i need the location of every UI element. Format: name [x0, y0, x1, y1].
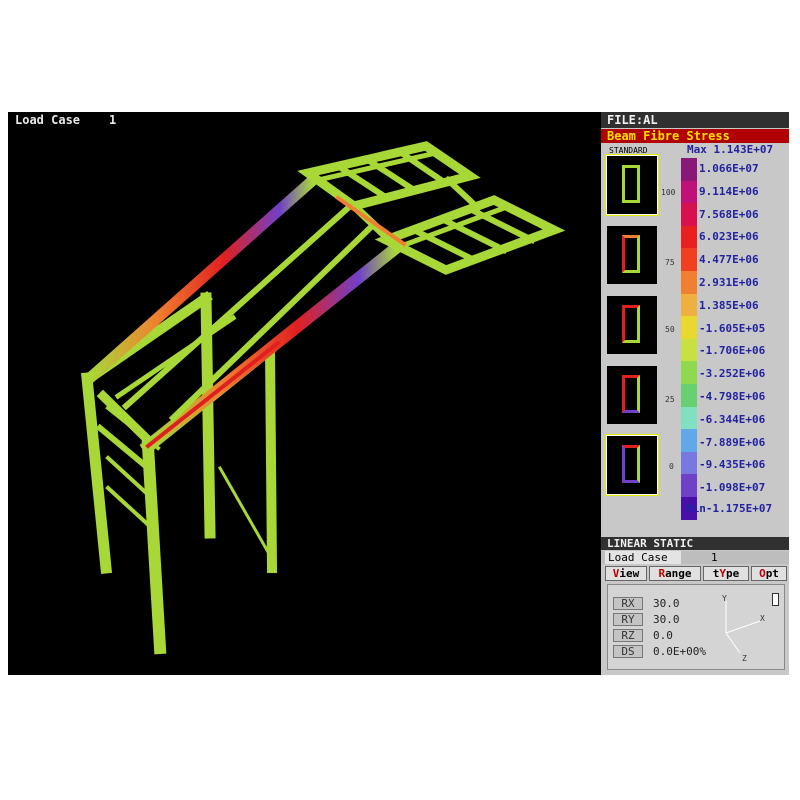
legend-color-segment	[681, 361, 697, 384]
axis-y-label: Y	[722, 595, 727, 603]
solution-type: LINEAR STATIC	[601, 537, 789, 550]
result-title: Beam Fibre Stress	[601, 129, 789, 143]
legend-color-segment	[681, 429, 697, 452]
legend-color-segment	[681, 248, 697, 271]
axis-triad-icon: Y X Z	[722, 595, 765, 663]
legend-value: -9.435E+06	[699, 458, 766, 472]
fea-postprocessor-window: Load Case 1 FILE:AL Beam Fibre Stress ST…	[8, 112, 789, 675]
section-thumbnail-0[interactable]	[606, 435, 658, 495]
percent-label: 100	[661, 188, 676, 197]
load-case-selector[interactable]: Load Case 1	[601, 551, 789, 564]
percent-label: 50	[665, 325, 675, 334]
legend-value: 7.568E+06	[699, 207, 759, 221]
legend-color-segment	[681, 406, 697, 430]
view-rotation-panel: RX 30.0 RY 30.0 RZ 0.0 DS 0.0E+00% Y X Z	[607, 584, 785, 670]
title-load-case-number: 1	[109, 113, 117, 127]
legend-color-segment	[681, 451, 697, 475]
section-thumbnail-50[interactable]	[607, 296, 657, 354]
section-thumbnail-75[interactable]	[607, 226, 657, 284]
model-viewport[interactable]	[8, 128, 600, 675]
legend-color-segment	[681, 158, 697, 181]
type-menu-button[interactable]: tYpe	[703, 566, 749, 581]
legend-color-segment	[681, 474, 697, 497]
options-menu-button[interactable]: Opt	[751, 566, 787, 581]
rx-label: RX	[613, 597, 643, 610]
ry-label: RY	[613, 613, 643, 626]
legend-max: Max 1.143E+07	[687, 143, 774, 156]
rx-value[interactable]: 30.0	[653, 597, 680, 611]
legend-value: -1.605E+05	[699, 321, 766, 335]
legend-color-segment	[681, 316, 697, 339]
ds-label: DS	[613, 645, 643, 658]
percent-label: 25	[665, 395, 675, 404]
section-thumbnail-25[interactable]	[607, 366, 657, 424]
ry-value[interactable]: 30.0	[653, 613, 680, 627]
axis-x-label: X	[760, 614, 765, 623]
rz-label: RZ	[613, 629, 643, 642]
load-case-number: 1	[711, 551, 718, 564]
range-menu-button[interactable]: Range	[649, 566, 701, 581]
percent-label: 75	[665, 258, 675, 267]
legend-value: -3.252E+06	[699, 367, 766, 381]
title-load-case-label: Load Case	[15, 113, 81, 127]
section-mode-label: STANDARD	[609, 146, 648, 155]
legend-value: 2.931E+06	[699, 276, 759, 289]
legend-value: -6.344E+06	[699, 412, 766, 426]
load-case-label: Load Case	[605, 551, 681, 564]
percent-label: 0	[669, 462, 674, 471]
legend-value: -1.098E+07	[699, 481, 766, 495]
legend-color-segment	[681, 203, 697, 226]
legend-color-segment	[681, 225, 697, 249]
results-panel: FILE:AL Beam Fibre Stress STANDARD 100 7…	[601, 112, 789, 675]
legend-value: 6.023E+06	[699, 230, 759, 244]
legend-value: 4.477E+06	[699, 253, 759, 267]
legend-color-bar	[681, 158, 697, 520]
rz-value[interactable]: 0.0	[653, 629, 673, 643]
legend-value: -7.889E+06	[699, 435, 766, 449]
view-menu-button[interactable]: View	[605, 566, 647, 581]
file-label: FILE:AL	[601, 112, 789, 128]
legend-color-segment	[681, 270, 697, 294]
legend-value: 1.385E+06	[699, 298, 759, 312]
ds-value[interactable]: 0.0E+00%	[653, 645, 706, 659]
legend-value: -1.706E+06	[699, 344, 766, 358]
section-thumbnail-100[interactable]	[606, 155, 658, 215]
title-bar: Load Case 1	[8, 112, 600, 129]
legend-color-segment	[681, 293, 697, 317]
legend-value: 9.114E+06	[699, 184, 759, 198]
legend-value: 1.066E+07	[699, 162, 759, 175]
legend-value: -4.798E+06	[699, 390, 766, 403]
frame-structure-model	[80, 141, 566, 655]
legend-min: Min-1.175E+07	[686, 502, 773, 515]
legend-color-segment	[681, 338, 697, 362]
legend-color-segment	[681, 383, 697, 407]
pin-button[interactable]	[772, 593, 779, 606]
legend-color-segment	[681, 180, 697, 204]
axis-z-label: Z	[742, 654, 747, 663]
menu-bar: View Range tYpe Opt	[601, 566, 789, 581]
